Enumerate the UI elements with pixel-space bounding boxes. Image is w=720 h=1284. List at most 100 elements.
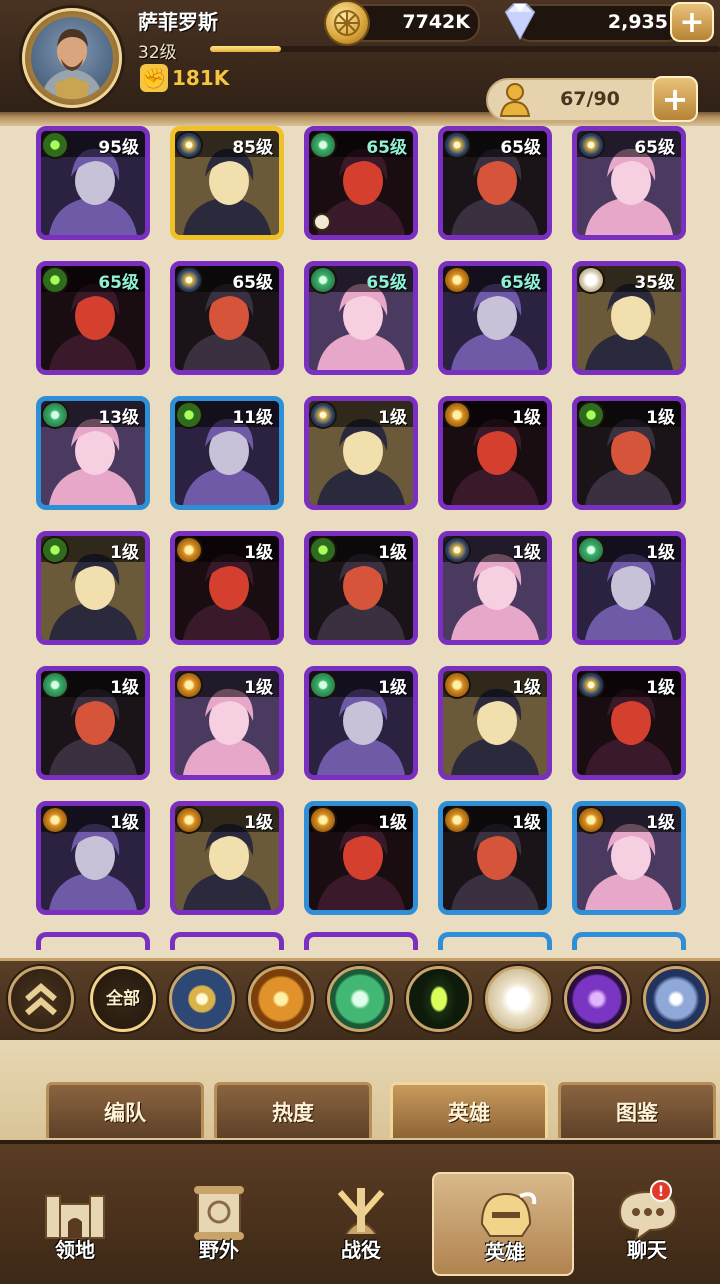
hero-card-partial[interactable]	[438, 932, 552, 950]
collapse-filter-button[interactable]	[8, 966, 74, 1032]
dimension-faction-icon	[579, 268, 603, 292]
hero-level: 1级	[244, 678, 273, 698]
wilder-faction-icon	[43, 403, 67, 427]
filter-celestial-icon[interactable]	[169, 966, 235, 1032]
hero-card[interactable]: 1级	[438, 666, 552, 780]
tab-label: 编队	[104, 1101, 146, 1125]
avatar[interactable]	[31, 17, 113, 99]
tab-2[interactable]: 英雄	[390, 1082, 548, 1138]
hero-card[interactable]: 1级	[438, 396, 552, 510]
filter-light-icon[interactable]	[248, 966, 314, 1032]
xp-bar-fill	[210, 46, 282, 52]
celestial-faction-icon	[311, 403, 335, 427]
hero-grid: 95级 85级 65级 65级 65级 65级 65级 65级 65级 35级 13级 11级 1级 1级…	[0, 124, 720, 950]
light-faction-icon	[43, 808, 67, 832]
hero-card[interactable]: 1级	[170, 666, 284, 780]
graveborn-faction-icon	[43, 268, 67, 292]
hero-card[interactable]: 1级	[572, 396, 686, 510]
hero-card[interactable]: 65级	[170, 261, 284, 375]
graveborn-faction-icon	[311, 538, 335, 562]
hero-card-partial[interactable]	[304, 932, 418, 950]
nav-crossed-swords[interactable]: 战役	[290, 1172, 432, 1276]
hero-card[interactable]: 1级	[304, 531, 418, 645]
hero-card[interactable]: 35级	[572, 261, 686, 375]
graveborn-faction-icon	[43, 133, 67, 157]
light-faction-icon	[445, 268, 469, 292]
hero-card[interactable]: 65级	[304, 261, 418, 375]
nav-scroll-map[interactable]: 野外	[148, 1172, 290, 1276]
hero-card-partial[interactable]	[170, 932, 284, 950]
light-faction-icon	[445, 808, 469, 832]
hero-level: 1级	[646, 543, 675, 563]
graveborn-faction-icon	[43, 538, 67, 562]
light-faction-icon	[177, 673, 201, 697]
filter-dimension-icon[interactable]	[485, 966, 551, 1032]
filter-mauler-icon[interactable]	[643, 966, 709, 1032]
hero-card[interactable]: 1级	[438, 801, 552, 915]
hero-level: 1级	[110, 813, 139, 833]
hero-card[interactable]: 1级	[304, 396, 418, 510]
hero-level: 1级	[646, 408, 675, 428]
filter-graveborn-icon[interactable]	[406, 966, 472, 1032]
filter-hypogean-icon[interactable]	[564, 966, 630, 1032]
helmet-icon	[480, 1192, 537, 1237]
hero-level: 65级	[634, 138, 675, 158]
hero-card[interactable]: 13级	[36, 396, 150, 510]
hero-card[interactable]: 1级	[572, 801, 686, 915]
hero-level: 1级	[378, 678, 407, 698]
nav-label: 英雄	[485, 1240, 525, 1264]
tab-1[interactable]: 热度	[214, 1082, 372, 1138]
nav-chat-bubble[interactable]: 聊天	[576, 1172, 718, 1276]
light-faction-icon	[445, 403, 469, 427]
nav-label: 聊天	[627, 1238, 667, 1262]
hero-level: 1级	[244, 813, 273, 833]
hero-card[interactable]: 65级	[572, 126, 686, 240]
hero-card[interactable]: 1级	[36, 801, 150, 915]
castle-icon	[45, 1195, 105, 1239]
xp-bar-track	[210, 46, 720, 52]
hero-level: 1级	[512, 678, 541, 698]
hero-level: 1级	[646, 678, 675, 698]
light-faction-icon	[445, 673, 469, 697]
hero-card[interactable]: 1级	[572, 666, 686, 780]
hero-card[interactable]: 1级	[36, 531, 150, 645]
hero-level: 1级	[512, 543, 541, 563]
crossed-swords-icon	[337, 1188, 385, 1235]
hero-card[interactable]: 11级	[170, 396, 284, 510]
expand-capacity-button[interactable]: +	[652, 76, 698, 122]
nav-label: 领地	[55, 1238, 95, 1262]
hero-card[interactable]: 65级	[438, 261, 552, 375]
hero-card[interactable]: 1级	[170, 531, 284, 645]
hero-card-partial[interactable]	[572, 932, 686, 950]
hero-level: 95级	[98, 138, 139, 158]
celestial-faction-icon	[579, 673, 603, 697]
hero-card[interactable]: 65级	[304, 126, 418, 240]
celestial-faction-icon	[177, 268, 201, 292]
tab-0[interactable]: 编队	[46, 1082, 204, 1138]
hero-card[interactable]: 1级	[304, 801, 418, 915]
light-faction-icon	[311, 808, 335, 832]
hero-card[interactable]: 95级	[36, 126, 150, 240]
gem-value: 2,935	[607, 11, 668, 33]
nav-castle[interactable]: 领地	[4, 1172, 146, 1276]
celestial-faction-icon	[579, 133, 603, 157]
graveborn-faction-icon	[579, 403, 603, 427]
filter-all-button[interactable]: 全部	[90, 966, 156, 1032]
hero-card-partial[interactable]	[36, 932, 150, 950]
add-gems-button[interactable]: +	[670, 2, 714, 42]
hero-card[interactable]: 1级	[170, 801, 284, 915]
filter-wilder-icon[interactable]	[327, 966, 393, 1032]
person-icon	[498, 82, 532, 118]
hero-card[interactable]: 1级	[572, 531, 686, 645]
tab-3[interactable]: 图鉴	[558, 1082, 716, 1138]
hero-card[interactable]: 1级	[438, 531, 552, 645]
hero-card[interactable]: 1级	[36, 666, 150, 780]
hero-level: 11级	[232, 408, 273, 428]
hero-card[interactable]: 65级	[438, 126, 552, 240]
hero-card[interactable]: 65级	[36, 261, 150, 375]
nav-helmet[interactable]: 英雄	[432, 1172, 574, 1276]
scroll-map-icon	[194, 1186, 244, 1240]
hero-card[interactable]: 85级	[170, 126, 284, 240]
celestial-faction-icon	[445, 133, 469, 157]
hero-card[interactable]: 1级	[304, 666, 418, 780]
